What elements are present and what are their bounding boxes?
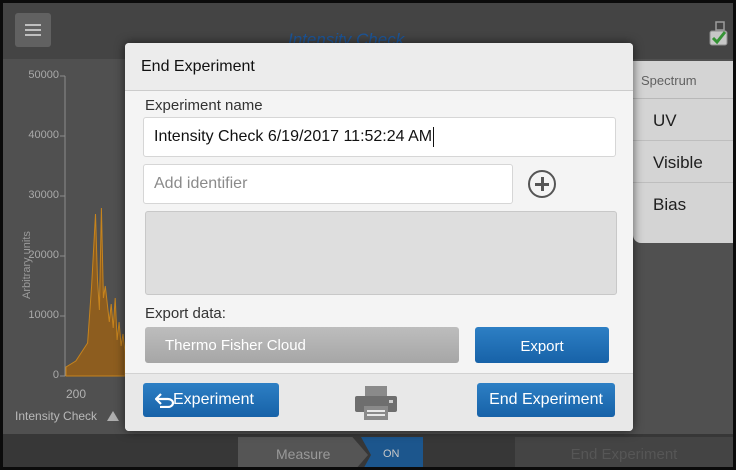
export-data-label: Export data: <box>145 305 226 322</box>
back-to-experiment-button[interactable]: Experiment <box>143 383 279 417</box>
end-experiment-button[interactable]: End Experiment <box>477 383 615 417</box>
print-icon[interactable] <box>355 386 397 420</box>
back-arrow-icon <box>155 393 175 408</box>
export-button[interactable]: Export <box>475 327 609 363</box>
cloud-destination-button[interactable]: Thermo Fisher Cloud <box>145 327 459 363</box>
add-identifier-icon[interactable] <box>528 170 556 198</box>
identifier-placeholder: Add identifier <box>154 175 248 192</box>
identifier-input[interactable]: Add identifier <box>143 164 513 204</box>
experiment-name-input[interactable]: Intensity Check 6/19/2017 11:52:24 AM <box>143 117 616 157</box>
back-button-label: Experiment <box>173 391 254 408</box>
experiment-name-label: Experiment name <box>145 97 263 114</box>
dialog-title: End Experiment <box>125 43 633 91</box>
text-cursor <box>433 127 435 147</box>
identifier-list <box>145 211 617 295</box>
end-experiment-dialog: End Experiment Experiment name Intensity… <box>125 43 633 431</box>
experiment-name-value: Intensity Check 6/19/2017 11:52:24 AM <box>154 128 433 145</box>
